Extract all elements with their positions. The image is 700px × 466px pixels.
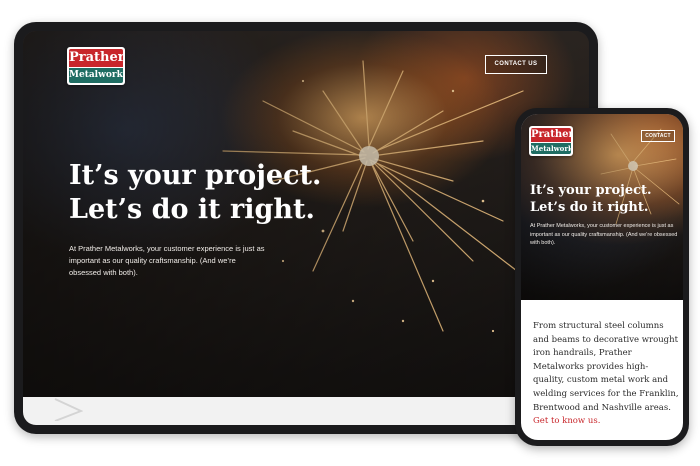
hero-overlay [23, 31, 589, 425]
phone-hero-headline: It’s your project. Let’s do it right. [530, 182, 680, 216]
logo-text-top: Prather [69, 49, 125, 67]
phone-screen: Prather Metalworks CONTACT It’s your pro… [521, 114, 683, 440]
contact-us-button[interactable]: CONTACT US [485, 55, 547, 74]
tablet-device: Prather Metalworks CONTACT US It’s your … [14, 22, 598, 434]
phone-logo-text-bottom: Metalworks [531, 143, 573, 154]
phone-headline-line-1: It’s your project. [530, 183, 652, 198]
prather-logo[interactable]: Prather Metalworks [67, 47, 125, 85]
chevron-graphic-icon [54, 398, 83, 421]
phone-hero: Prather Metalworks CONTACT It’s your pro… [521, 114, 683, 300]
hero-headline: It’s your project. Let’s do it right. [69, 159, 369, 227]
headline-line-2: Let’s do it right. [69, 194, 315, 225]
phone-hero-intro-text: At Prather Metalworks, your customer exp… [530, 223, 678, 246]
headline-line-1: It’s your project. [69, 160, 322, 191]
logo-text-bottom: Metalworks [69, 68, 125, 83]
phone-contact-button[interactable]: CONTACT [641, 130, 675, 142]
phone-prather-logo[interactable]: Prather Metalworks [529, 126, 573, 156]
phone-headline-line-2: Let’s do it right. [530, 200, 649, 215]
phone-logo-text-top: Prather [531, 128, 573, 142]
hero-intro-text: At Prather Metalworks, your customer exp… [69, 244, 265, 277]
tablet-content-strip [23, 397, 589, 425]
phone-device: Prather Metalworks CONTACT It’s your pro… [515, 108, 689, 446]
about-paragraph: From structural steel columns and beams … [533, 320, 679, 429]
about-body-text: From structural steel columns and beams … [533, 321, 679, 413]
get-to-know-us-link[interactable]: Get to know us. [533, 416, 600, 426]
tablet-screen: Prather Metalworks CONTACT US It’s your … [23, 31, 589, 425]
